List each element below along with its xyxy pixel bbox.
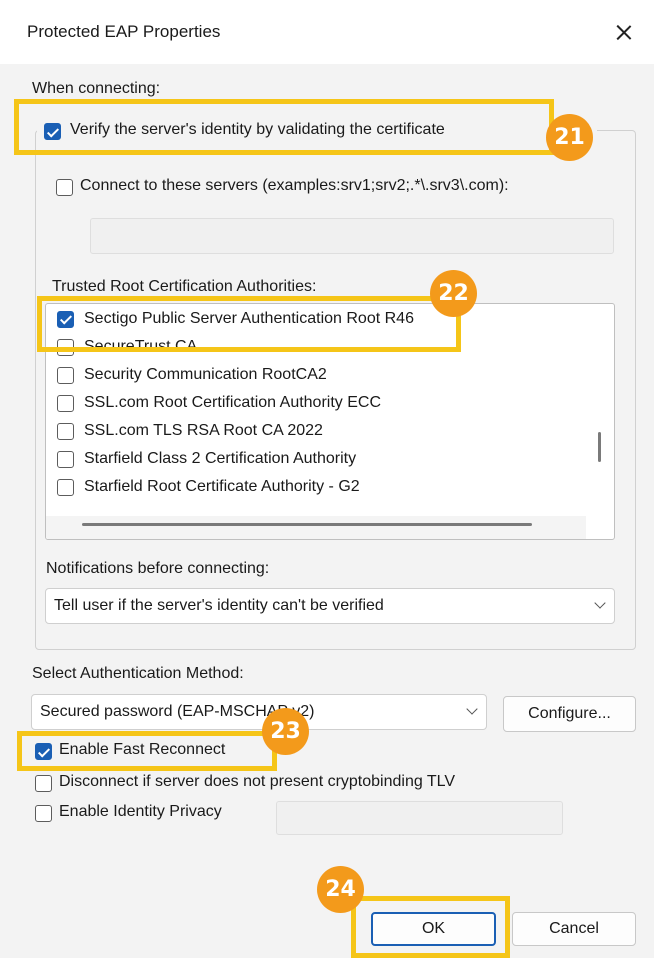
title-bar: Protected EAP Properties [0,0,654,64]
list-item-checkbox[interactable] [57,450,74,468]
list-item[interactable]: Starfield Root Certificate Authority - G… [57,478,360,506]
auth-method-heading: Select Authentication Method: [32,665,244,682]
vertical-scrollbar[interactable] [598,432,601,462]
servers-input[interactable] [90,218,614,254]
list-item-checkbox[interactable] [57,422,74,440]
identity-privacy-checkbox[interactable] [35,805,52,822]
close-icon[interactable] [606,16,642,48]
callout-badge: 23 [262,708,309,755]
verify-server-label[interactable]: Verify the server's identity by validati… [70,121,445,139]
callout-badge: 24 [317,866,364,913]
trusted-root-list[interactable]: Sectigo Public Server Authentication Roo… [45,303,615,540]
configure-button[interactable]: Configure... [503,696,636,732]
horizontal-scrollbar[interactable] [82,523,532,526]
notifications-select-value: Tell user if the server's identity can't… [54,597,384,614]
list-item-label: Starfield Root Certificate Authority - G… [84,478,360,495]
ok-button[interactable]: OK [371,912,496,946]
list-item[interactable]: Starfield Class 2 Certification Authorit… [57,450,356,478]
when-connecting-heading: When connecting: [32,80,161,97]
chevron-down-icon [466,703,478,715]
list-item-label: SSL.com Root Certification Authority ECC [84,394,382,411]
cryptobinding-label[interactable]: Disconnect if server does not present cr… [59,773,455,791]
list-item-label: Security Communication RootCA2 [84,366,327,383]
identity-privacy-label[interactable]: Enable Identity Privacy [59,803,222,821]
list-item[interactable]: Sectigo Public Server Authentication Roo… [57,310,414,338]
protected-eap-properties-dialog: Protected EAP Properties When connecting… [0,0,654,958]
notifications-select[interactable]: Tell user if the server's identity can't… [45,588,615,624]
verify-server-checkbox[interactable] [44,123,61,140]
list-item-checkbox[interactable] [57,310,74,328]
connect-servers-label[interactable]: Connect to these servers (examples:srv1;… [80,177,509,195]
list-item-checkbox[interactable] [57,394,74,412]
list-item-checkbox[interactable] [57,478,74,496]
cancel-button[interactable]: Cancel [512,912,636,946]
callout-badge: 21 [546,114,593,161]
trusted-root-heading: Trusted Root Certification Authorities: [52,278,317,295]
list-item[interactable]: Security Communication RootCA2 [57,366,327,394]
connect-servers-checkbox[interactable] [56,179,73,196]
callout-badge: 22 [430,270,477,317]
list-item-label: SSL.com TLS RSA Root CA 2022 [84,422,323,439]
cryptobinding-checkbox[interactable] [35,775,52,792]
list-item[interactable]: SecureTrust CA [57,338,197,366]
list-item-label: SecureTrust CA [84,338,198,355]
list-item-checkbox[interactable] [57,338,74,356]
fast-reconnect-label[interactable]: Enable Fast Reconnect [59,741,225,759]
list-item-checkbox[interactable] [57,366,74,384]
list-item-label: Starfield Class 2 Certification Authorit… [84,450,357,467]
dialog-title: Protected EAP Properties [27,22,221,41]
horizontal-scrollbar-track [46,516,586,539]
chevron-down-icon [594,597,606,609]
list-item[interactable]: SSL.com Root Certification Authority ECC [57,394,381,422]
list-item[interactable]: SSL.com TLS RSA Root CA 2022 [57,422,323,450]
fast-reconnect-checkbox[interactable] [35,743,52,760]
list-item-label: Sectigo Public Server Authentication Roo… [84,310,414,327]
auth-method-select[interactable]: Secured password (EAP-MSCHAP v2) [31,694,487,730]
notifications-heading: Notifications before connecting: [46,560,270,577]
identity-privacy-input[interactable] [276,801,563,835]
